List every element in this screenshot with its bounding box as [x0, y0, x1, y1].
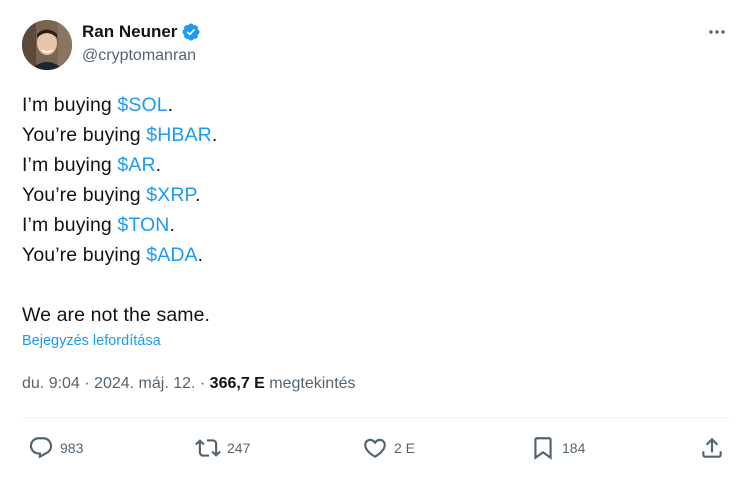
- author-name-text: Ran Neuner: [82, 22, 178, 41]
- line-suffix: .: [195, 184, 201, 206]
- line-suffix: .: [155, 154, 162, 176]
- like-button[interactable]: 2 E: [362, 435, 415, 461]
- tweet-line: I’m buying $AR.: [22, 150, 217, 180]
- more-options-button[interactable]: [705, 20, 729, 44]
- cashtag-link[interactable]: $AR: [117, 154, 155, 176]
- line-suffix: .: [197, 244, 204, 266]
- avatar[interactable]: [22, 20, 72, 70]
- cashtag-link[interactable]: $TON: [117, 214, 169, 236]
- tweet-closing-line: We are not the same.: [22, 304, 211, 326]
- line-prefix: I’m buying: [22, 154, 118, 176]
- cashtag-link[interactable]: $SOL: [117, 94, 167, 116]
- meta-separator: ·: [195, 375, 210, 392]
- translate-post-link[interactable]: Bejegyzés lefordítása: [22, 333, 161, 349]
- line-prefix: I’m buying: [22, 94, 118, 116]
- views-label: megtekintés: [264, 375, 356, 392]
- line-suffix: .: [211, 124, 218, 146]
- tweet-card: Ran Neuner @cryptomanran I’m buying $SOL…: [0, 0, 750, 481]
- line-prefix: You’re buying: [22, 244, 147, 266]
- divider: [22, 417, 730, 418]
- cashtag-link[interactable]: $ADA: [146, 244, 197, 266]
- tweet-meta: du. 9:04 · 2024. máj. 12. · 366,7 E megt…: [22, 375, 356, 393]
- tweet-line: I’m buying $TON.: [22, 210, 217, 240]
- bookmark-button[interactable]: 184: [530, 435, 585, 461]
- post-date[interactable]: 2024. máj. 12.: [94, 375, 195, 392]
- tweet-line: You’re buying $HBAR.: [22, 120, 217, 150]
- tweet-line: You’re buying $XRP.: [22, 180, 217, 210]
- repost-count: 247: [227, 440, 251, 456]
- cashtag-link[interactable]: $HBAR: [146, 124, 212, 146]
- line-suffix: .: [167, 94, 174, 116]
- bookmark-count: 184: [562, 440, 586, 456]
- share-button[interactable]: [699, 435, 725, 461]
- line-prefix: You’re buying: [22, 184, 147, 206]
- more-horizontal-icon: [709, 30, 725, 34]
- author-handle[interactable]: @cryptomanran: [82, 47, 196, 65]
- author-name[interactable]: Ran Neuner: [82, 22, 201, 42]
- post-time[interactable]: du. 9:04: [22, 375, 80, 392]
- speech-bubble-icon: [29, 437, 53, 459]
- reply-button[interactable]: 983: [28, 435, 83, 461]
- tweet-line: I’m buying $SOL.: [22, 90, 217, 120]
- tweet-text: I’m buying $SOL. You’re buying $HBAR. I’…: [22, 90, 217, 330]
- bookmark-icon: [534, 437, 552, 460]
- tweet-line: You’re buying $ADA.: [22, 240, 217, 270]
- line-suffix: .: [169, 214, 175, 236]
- line-prefix: You’re buying: [22, 124, 147, 146]
- views-count: 366,7 E: [209, 375, 265, 392]
- verified-badge-icon: [182, 23, 200, 41]
- like-count: 2 E: [394, 440, 416, 456]
- heart-icon: [364, 438, 386, 458]
- line-prefix: I’m buying: [22, 214, 118, 236]
- share-upload-icon: [702, 437, 722, 458]
- reply-count: 983: [60, 440, 84, 456]
- meta-separator: ·: [79, 375, 95, 392]
- cashtag-link[interactable]: $XRP: [146, 184, 195, 206]
- repost-arrows-icon: [195, 439, 221, 457]
- repost-button[interactable]: 247: [195, 435, 250, 461]
